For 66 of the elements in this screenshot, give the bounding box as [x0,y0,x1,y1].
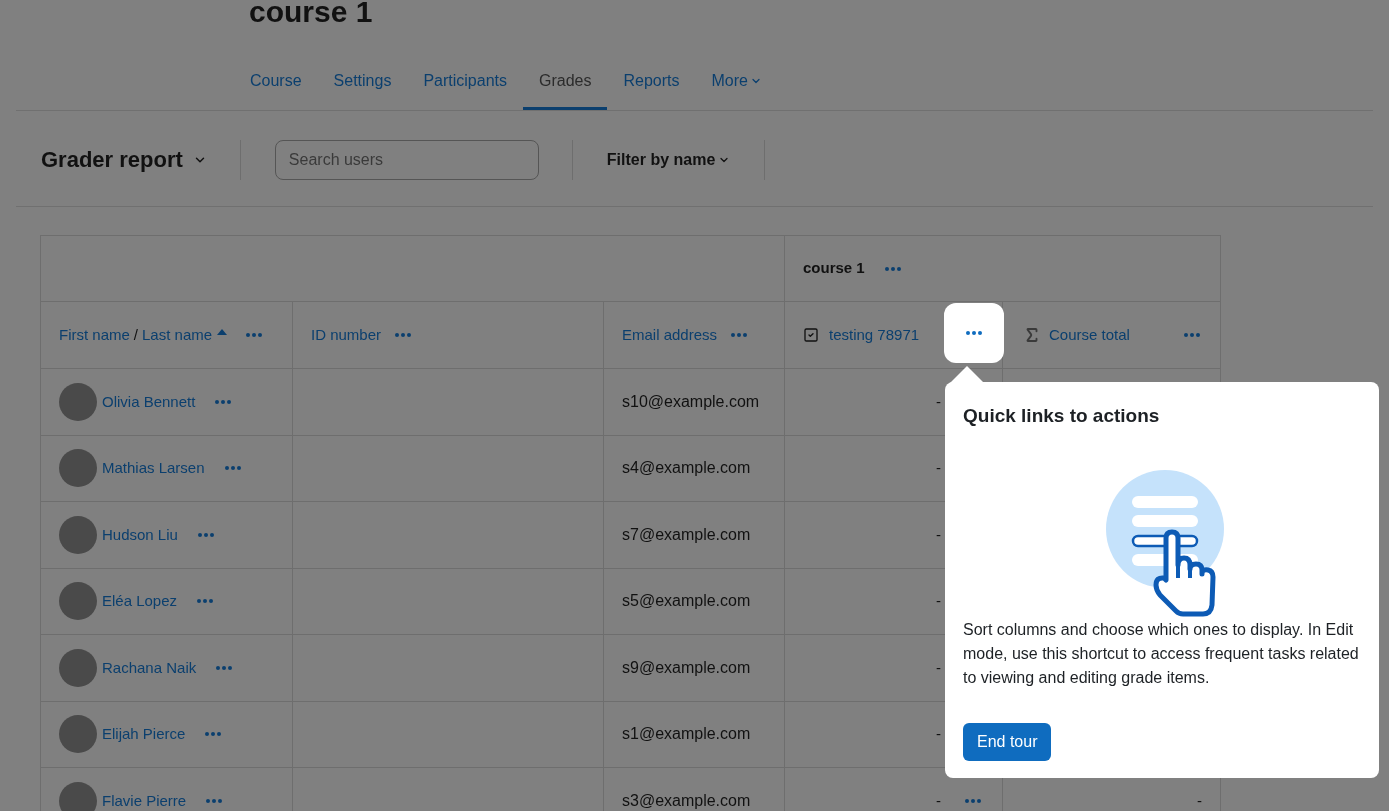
more-actions-icon[interactable] [205,732,222,737]
more-actions-icon[interactable] [197,532,214,537]
more-actions-icon [966,331,982,335]
course-title: course 1 [249,0,373,30]
highlighted-actions-button[interactable] [944,303,1004,363]
avatar [59,449,97,488]
report-selector[interactable]: Grader report [41,139,241,180]
more-actions-icon[interactable] [197,599,214,604]
more-actions-icon[interactable] [965,798,981,803]
student-name-link[interactable]: Hudson Liu [102,523,178,546]
nav-tab[interactable]: Grades [523,55,608,110]
nav-tab[interactable]: Reports [607,55,696,110]
search-users-field[interactable]: Search users [274,139,539,180]
checkbox-square-icon [803,327,819,343]
avatar [59,715,97,754]
student-name-link[interactable]: Rachana Naik [102,656,197,679]
email-text: s4@example.com [622,458,751,479]
grade-value: - [936,458,941,478]
course-total-value: - [1197,790,1202,811]
nav-tab[interactable]: Course [234,55,318,110]
more-actions-icon[interactable] [206,798,223,803]
more-actions-icon[interactable] [884,266,901,271]
first-name-sort-link[interactable]: First name [59,323,130,347]
student-name-link[interactable]: Eléa Lopez [102,590,178,613]
avatar [59,382,97,421]
filter-by-name-button[interactable]: Filter by name [606,147,731,172]
avatar [59,648,97,687]
more-actions-icon[interactable] [216,665,233,670]
avatar [59,781,97,811]
name-separator: / [133,324,139,345]
more-actions-icon[interactable] [731,333,748,337]
more-actions-icon[interactable] [395,333,412,337]
category-header: course 1 [803,258,865,279]
more-actions-icon[interactable] [1184,333,1200,337]
grade-value: - [936,790,941,811]
student-name-link[interactable]: Flavie Pierre [102,789,187,811]
popover-title: Quick links to actions [963,404,1161,428]
nav-tab[interactable]: More [695,55,778,110]
student-name-link[interactable]: Mathias Larsen [102,457,205,480]
email-text: s5@example.com [622,591,751,612]
email-text: s10@example.com [622,391,760,412]
grade-value: - [936,591,941,611]
last-name-sort-link[interactable]: Last name [142,323,213,347]
nav-tab[interactable]: Participants [407,55,523,110]
more-actions-icon[interactable] [246,333,263,337]
email-text: s9@example.com [622,657,751,678]
grade-value: - [936,657,941,678]
end-tour-button[interactable]: End tour [963,723,1052,761]
column-header-link[interactable]: ID number [311,323,382,347]
more-actions-icon[interactable] [224,466,241,471]
email-text: s1@example.com [622,724,751,745]
student-name-link[interactable]: Elijah Pierce [102,723,186,746]
grade-value: - [936,724,941,744]
popover-description: Sort columns and choose which ones to display. In Edit mode, use this shortcut to access frequent tasks related to viewing and editing grade items. [963,619,1360,688]
email-text: s3@example.com [622,790,751,811]
more-actions-icon[interactable] [215,399,232,404]
email-text: s7@example.com [622,524,751,545]
student-name-link[interactable]: Olivia Bennett [102,390,196,413]
avatar [59,515,97,554]
grade-value: - [936,524,941,545]
nav-tab[interactable]: Settings [317,55,408,110]
course-total-link[interactable]: Course total [1049,323,1130,347]
grade-item-link[interactable]: testing 78971 [829,323,920,347]
avatar [59,582,97,621]
column-header-link[interactable]: Email address [622,323,718,347]
grade-value: - [936,391,941,412]
